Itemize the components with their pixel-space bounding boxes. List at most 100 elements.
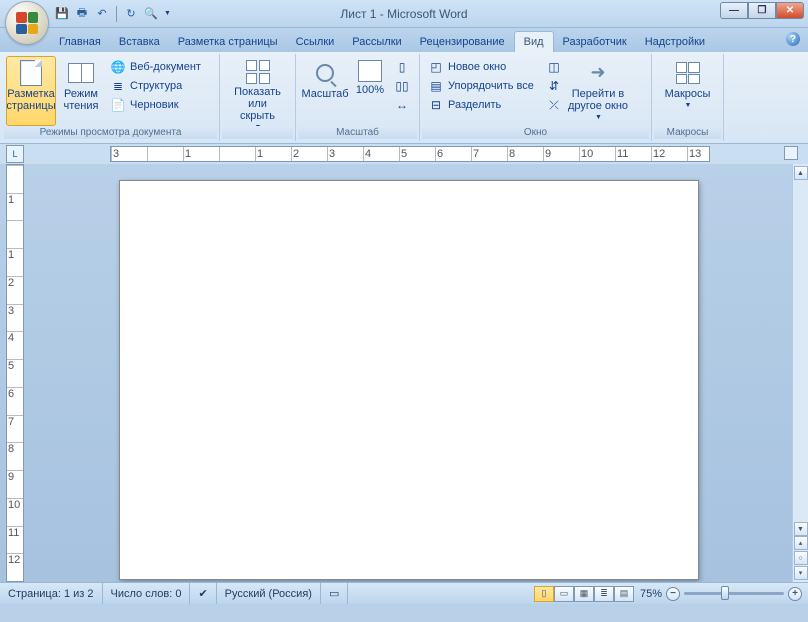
status-language[interactable]: Русский (Россия) [217,583,321,604]
show-hide-icon [243,60,273,84]
two-pages-icon: ▯▯ [394,78,410,94]
arrange-all-icon: ▤ [428,78,444,94]
zoom-out-button[interactable]: − [666,587,680,601]
tab-developer[interactable]: Разработчик [554,32,636,52]
reset-pos-icon: ⤫ [546,97,562,113]
tab-addins[interactable]: Надстройки [636,32,714,52]
show-hide-button[interactable]: Показать или скрыть ▼ [233,56,283,126]
group-document-views: Разметка страницы Режим чтения 🌐 Веб-док… [2,54,220,141]
close-button[interactable]: ✕ [776,2,804,19]
tab-mailings[interactable]: Рассылки [343,32,410,52]
zoom-percent[interactable]: 75% [640,588,662,600]
quick-access-toolbar: 💾 🖶 ↶ ↻ 🔍 ▼ [54,0,171,27]
split-button[interactable]: ⊟ Разделить [424,96,542,114]
redo-icon[interactable]: ↻ [123,6,139,22]
ruler-toggle-button[interactable] [784,146,798,160]
outline-icon: ≣ [110,78,126,94]
zoom-100-icon [358,60,382,82]
web-icon: 🌐 [110,59,126,75]
reading-layout-button[interactable]: Режим чтения [56,56,106,126]
titlebar: 💾 🖶 ↶ ↻ 🔍 ▼ Лист 1 - Microsoft Word — ❐ … [0,0,808,28]
print-layout-icon [16,60,46,86]
print-icon[interactable]: 🖶 [74,6,90,22]
zoom-group-label: Масштаб [298,126,417,139]
outline-label: Структура [130,80,182,92]
status-spellcheck[interactable]: ✔ [190,583,216,604]
tab-selector[interactable]: L [6,145,24,163]
tab-references[interactable]: Ссылки [287,32,344,52]
next-page-button[interactable]: ▾ [794,566,808,580]
view-shortcut-web[interactable]: ▦ [574,586,594,602]
prev-page-button[interactable]: ▴ [794,536,808,550]
vertical-ruler[interactable]: 1123456789101112 [6,164,24,582]
outline-button[interactable]: ≣ Структура [106,77,205,95]
zoom-in-button[interactable]: + [788,587,802,601]
zoom-100-label: 100% [356,84,384,96]
maximize-button[interactable]: ❐ [748,2,776,19]
save-icon[interactable]: 💾 [54,6,70,22]
ribbon: Разметка страницы Режим чтения 🌐 Веб-док… [0,52,808,144]
macros-arrow-icon: ▼ [685,102,692,110]
macros-button[interactable]: Макросы ▼ [663,56,713,126]
draft-button[interactable]: 📄 Черновик [106,96,205,114]
browse-object-button[interactable]: ○ [794,551,808,565]
tab-home[interactable]: Главная [50,32,110,52]
reading-label: Режим чтения [56,88,106,112]
two-pages-button[interactable]: ▯▯ [390,77,414,95]
qat-menu-arrow-icon[interactable]: ▼ [164,10,171,17]
view-shortcut-draft[interactable]: ▤ [614,586,634,602]
page[interactable] [119,180,699,580]
page-width-icon: ↔ [394,97,410,113]
zoom-control: 75% − + [640,587,802,601]
preview-icon[interactable]: 🔍 [143,6,159,22]
draft-icon: 📄 [110,97,126,113]
sync-scroll-button[interactable]: ⇵ [542,77,566,95]
scroll-down-button[interactable]: ▼ [794,522,808,536]
reading-icon [66,60,96,86]
ribbon-tabs: Главная Вставка Разметка страницы Ссылки… [0,28,808,52]
tab-insert[interactable]: Вставка [110,32,169,52]
group-macros: Макросы ▼ Макросы [652,54,724,141]
horizontal-ruler[interactable]: 311234567891011121314151617 [110,146,710,162]
statusbar: Страница: 1 из 2 Число слов: 0 ✔ Русский… [0,582,808,604]
tab-layout[interactable]: Разметка страницы [169,32,287,52]
tab-view[interactable]: Вид [514,31,554,52]
zoom-button[interactable]: Масштаб [300,56,350,126]
minimize-button[interactable]: — [720,2,748,19]
web-label: Веб-документ [130,61,201,73]
page-width-button[interactable]: ↔ [390,96,414,114]
print-layout-button[interactable]: Разметка страницы [6,56,56,126]
scroll-up-button[interactable]: ▲ [794,166,808,180]
one-page-button[interactable]: ▯ [390,58,414,76]
office-button[interactable] [6,2,48,44]
show-hide-group-label [222,126,293,139]
split-label: Разделить [448,99,501,111]
tab-review[interactable]: Рецензирование [411,32,514,52]
zoom-slider-thumb[interactable] [721,586,729,600]
zoom-100-button[interactable]: 100% [350,56,390,126]
undo-icon[interactable]: ↶ [94,6,110,22]
status-page[interactable]: Страница: 1 из 2 [0,583,103,604]
switch-windows-icon: ➜ [583,60,613,86]
group-show-hide: Показать или скрыть ▼ [220,54,296,141]
view-shortcut-reading[interactable]: ▭ [554,586,574,602]
zoom-slider[interactable] [684,592,784,595]
split-icon: ⊟ [428,97,444,113]
web-layout-button[interactable]: 🌐 Веб-документ [106,58,205,76]
view-shortcut-print[interactable]: ▯ [534,586,554,602]
view-side-button[interactable]: ◫ [542,58,566,76]
view-shortcut-outline[interactable]: ≣ [594,586,614,602]
sync-scroll-icon: ⇵ [546,78,562,94]
window-controls: — ❐ ✕ [720,2,804,19]
help-button[interactable]: ? [786,32,800,46]
status-word-count[interactable]: Число слов: 0 [103,583,191,604]
status-insert-mode[interactable]: ▭ [321,583,348,604]
switch-windows-button[interactable]: ➜ Перейти в другое окно ▼ [566,56,630,126]
arrange-all-button[interactable]: ▤ Упорядочить все [424,77,542,95]
side-by-side-icon: ◫ [546,59,562,75]
new-window-button[interactable]: ◰ Новое окно [424,58,542,76]
document-viewport[interactable] [26,164,792,582]
macros-group-label: Макросы [654,126,721,139]
vertical-scrollbar[interactable]: ▲ ▼ ▴ ○ ▾ [792,164,808,582]
reset-pos-button[interactable]: ⤫ [542,96,566,114]
